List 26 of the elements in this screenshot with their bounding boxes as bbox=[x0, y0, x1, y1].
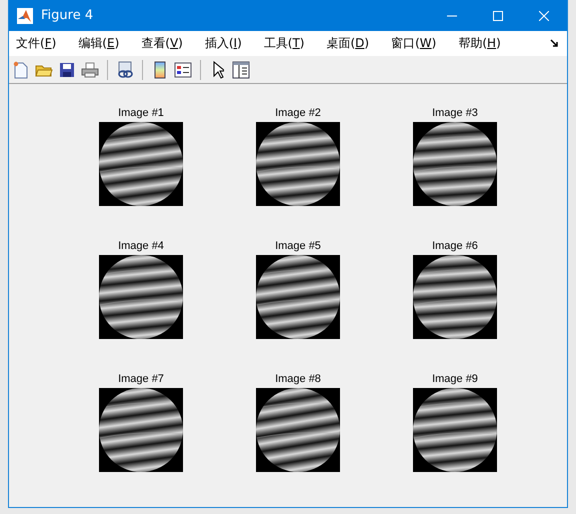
plot-title: Image #1 bbox=[118, 107, 164, 119]
plot-title: Image #7 bbox=[118, 373, 164, 385]
plot-title: Image #6 bbox=[432, 240, 478, 252]
menu-item[interactable]: 文件(F) bbox=[16, 35, 64, 52]
menu-item[interactable]: 编辑(E) bbox=[78, 35, 128, 52]
plot-title: Image #3 bbox=[432, 107, 478, 119]
printer-icon[interactable] bbox=[80, 60, 100, 80]
plot-title: Image #9 bbox=[432, 373, 478, 385]
plot-title: Image #4 bbox=[118, 240, 164, 252]
property-inspector-icon[interactable] bbox=[231, 60, 251, 80]
plot-title: Image #5 bbox=[275, 240, 321, 252]
dock-arrow-icon[interactable] bbox=[550, 39, 559, 48]
link-icon[interactable] bbox=[115, 60, 135, 80]
menu-item[interactable]: 工具(T) bbox=[264, 35, 312, 52]
maximize-icon[interactable] bbox=[493, 10, 503, 20]
menu-item[interactable]: 窗口(W) bbox=[391, 35, 444, 52]
menu-item[interactable]: 桌面(D) bbox=[326, 35, 378, 52]
menu-item[interactable]: 帮助(H) bbox=[458, 35, 509, 52]
window-title: Figure 4 bbox=[41, 8, 94, 23]
menu-item[interactable]: 插入(I) bbox=[204, 35, 250, 52]
plot-title: Image #8 bbox=[275, 373, 321, 385]
menu-item[interactable]: 查看(V) bbox=[141, 35, 191, 52]
legend-icon[interactable] bbox=[173, 60, 193, 80]
matlab-logo-icon bbox=[17, 8, 33, 24]
close-icon[interactable] bbox=[539, 10, 549, 20]
plot-title: Image #2 bbox=[275, 107, 321, 119]
